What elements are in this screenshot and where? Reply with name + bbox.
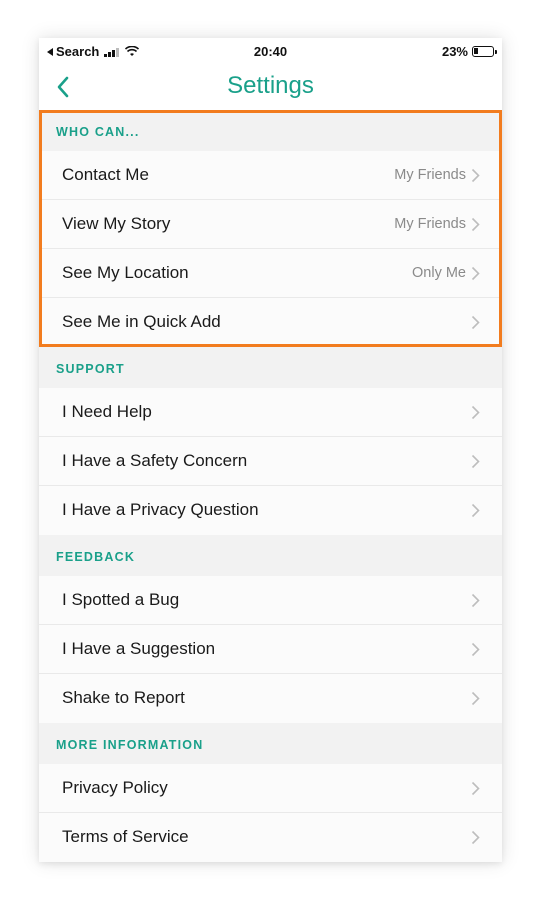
row-label: See My Location [62,263,189,282]
chevron-right-icon [471,593,480,608]
row-value: Only Me [412,265,466,281]
chevron-right-icon [471,405,480,420]
row-label: I Need Help [62,402,152,421]
section-support: SUPPORT I Need Help I Have a Safety Conc… [39,347,502,535]
chevron-right-icon [471,642,480,657]
chevron-right-icon [471,781,480,796]
settings-row-suggestion[interactable]: I Have a Suggestion [39,625,502,674]
chevron-right-icon [471,830,480,845]
settings-row-contact-me[interactable]: Contact Me My Friends [39,151,502,200]
status-bar: Search 20:40 23% [39,38,502,64]
page-title: Settings [227,72,314,99]
section-feedback: FEEDBACK I Spotted a Bug I Have a Sugges… [39,535,502,723]
section-header: FEEDBACK [39,535,502,576]
settings-row-privacy-question[interactable]: I Have a Privacy Question [39,486,502,535]
row-label: I Have a Safety Concern [62,451,248,470]
row-label: See Me in Quick Add [62,312,221,331]
row-label: Shake to Report [62,688,185,707]
section-who-can: WHO CAN... Contact Me My Friends View My… [39,110,502,347]
chevron-right-icon [471,503,480,518]
row-label: Contact Me [62,165,149,184]
settings-row-need-help[interactable]: I Need Help [39,388,502,437]
status-right: 23% [441,44,497,59]
settings-row-shake-to-report[interactable]: Shake to Report [39,674,502,723]
section-header: MORE INFORMATION [39,723,502,764]
chevron-right-icon [471,266,480,281]
row-value: My Friends [394,167,466,183]
nav-bar: Settings [39,64,502,110]
phone-screen: Search 20:40 23% Settings WHO CAN... Con… [39,38,502,862]
settings-row-safety-concern[interactable]: I Have a Safety Concern [39,437,502,486]
settings-row-see-my-location[interactable]: See My Location Only Me [39,249,502,298]
settings-row-quick-add[interactable]: See Me in Quick Add [39,298,502,347]
battery-percent: 23% [441,44,468,59]
chevron-right-icon [471,315,480,330]
chevron-right-icon [471,691,480,706]
chevron-right-icon [471,217,480,232]
row-label: I Spotted a Bug [62,590,180,609]
row-label: View My Story [62,214,171,233]
section-header: SUPPORT [39,347,502,388]
row-value: My Friends [394,216,466,232]
settings-row-privacy-policy[interactable]: Privacy Policy [39,764,502,813]
settings-row-spotted-bug[interactable]: I Spotted a Bug [39,576,502,625]
settings-row-terms-of-service[interactable]: Terms of Service [39,813,502,862]
section-header: WHO CAN... [39,110,502,151]
row-label: I Have a Privacy Question [62,500,259,519]
section-more-information: MORE INFORMATION Privacy Policy Terms of… [39,723,502,862]
chevron-right-icon [471,454,480,469]
battery-icon [472,46,497,57]
chevron-right-icon [471,168,480,183]
settings-row-view-my-story[interactable]: View My Story My Friends [39,200,502,249]
row-label: Terms of Service [62,827,189,846]
settings-list: WHO CAN... Contact Me My Friends View My… [39,110,502,862]
row-label: I Have a Suggestion [62,639,216,658]
row-label: Privacy Policy [62,778,168,797]
status-time: 20:40 [253,44,288,59]
